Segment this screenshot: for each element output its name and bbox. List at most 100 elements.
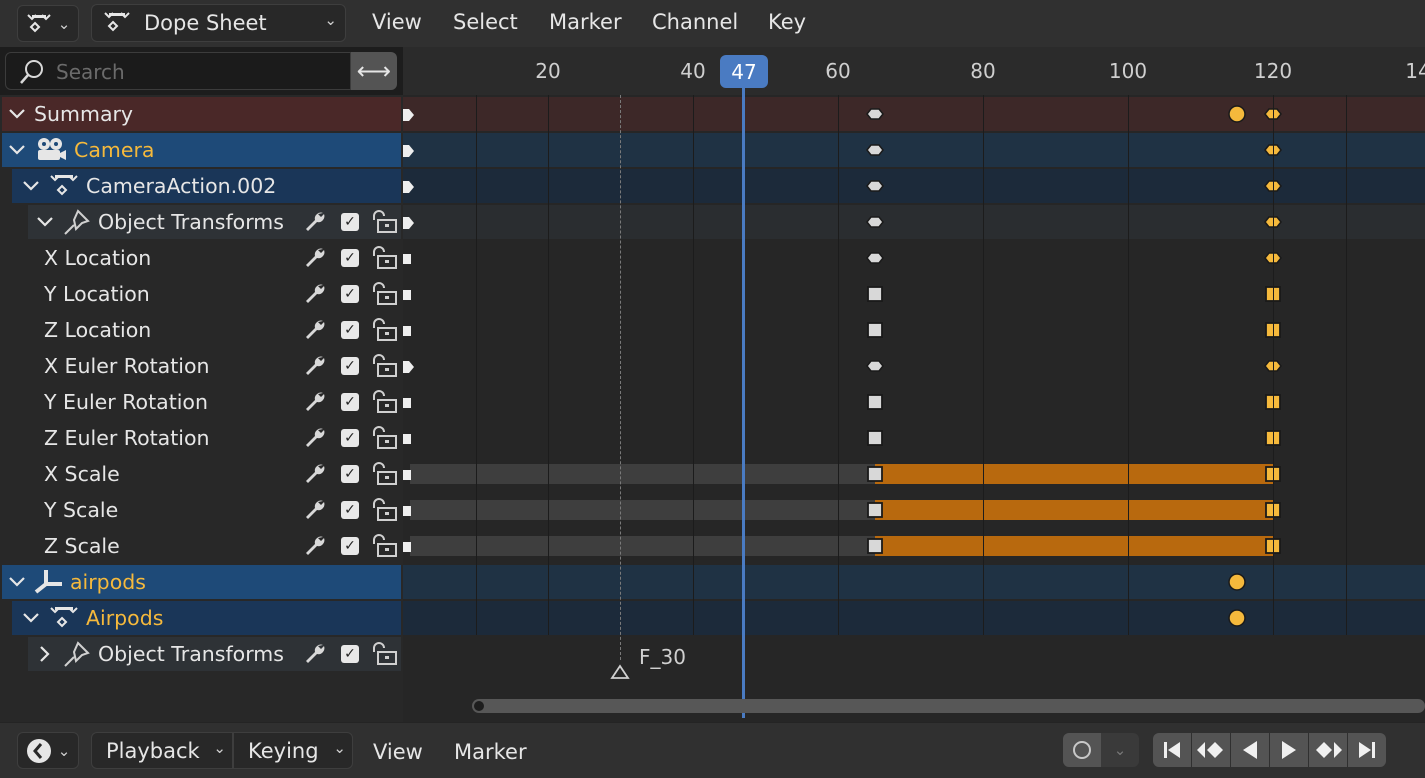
channel-row[interactable]: Camera	[2, 133, 401, 167]
frame-ruler[interactable]: 20 40 60 80 100 120 14	[403, 47, 1425, 95]
mute-checkbox[interactable]: ✓	[341, 357, 359, 375]
channel-row[interactable]: Airpods	[12, 601, 401, 635]
keyframe-diamond[interactable]	[865, 104, 885, 128]
mute-checkbox[interactable]: ✓	[341, 393, 359, 411]
channel-row[interactable]: X Scale ✓	[38, 457, 401, 491]
channel-row[interactable]: Z Location ✓	[38, 313, 401, 347]
keyframe-square[interactable]	[865, 536, 885, 560]
channel-row[interactable]: Object Transforms ✓	[28, 205, 401, 239]
modifier-wrench-icon[interactable]	[303, 282, 327, 306]
modifier-wrench-icon[interactable]	[303, 354, 327, 378]
jump-to-next-keyframe-button[interactable]	[1309, 733, 1347, 767]
modifier-wrench-icon[interactable]	[303, 318, 327, 342]
playhead-line[interactable]	[742, 88, 745, 718]
lock-icon[interactable]	[370, 426, 398, 450]
keyframe-square[interactable]	[865, 500, 885, 524]
lock-icon[interactable]	[370, 210, 398, 234]
lock-icon[interactable]	[370, 498, 398, 522]
editor-type-selector[interactable]: ⌄	[17, 5, 79, 42]
mute-checkbox[interactable]: ✓	[341, 285, 359, 303]
play-reverse-button[interactable]	[1231, 733, 1269, 767]
swap-direction-button[interactable]: ⟷	[351, 52, 397, 90]
channel-row[interactable]: X Euler Rotation ✓	[38, 349, 401, 383]
keyframe-square[interactable]	[865, 428, 885, 452]
modifier-wrench-icon[interactable]	[303, 210, 327, 234]
scrollbar-handle[interactable]	[474, 701, 484, 711]
keyframe-circle[interactable]	[1227, 104, 1247, 128]
expand-right-icon[interactable]	[34, 645, 56, 663]
modifier-wrench-icon[interactable]	[303, 498, 327, 522]
timeline-channel-row[interactable]	[403, 601, 1425, 635]
lock-icon[interactable]	[370, 462, 398, 486]
mode-selector[interactable]: Dope Sheet ⌄	[91, 4, 346, 42]
channel-search-field[interactable]: Search	[5, 52, 351, 90]
keyframe-diamond[interactable]	[865, 356, 885, 380]
menu-view[interactable]: View	[372, 10, 422, 34]
expand-down-icon[interactable]	[20, 612, 42, 624]
mute-checkbox[interactable]: ✓	[341, 465, 359, 483]
mute-checkbox[interactable]: ✓	[341, 537, 359, 555]
lock-icon[interactable]	[370, 246, 398, 270]
marker-triangle-icon[interactable]	[610, 664, 630, 680]
lock-icon[interactable]	[370, 642, 398, 666]
modifier-wrench-icon[interactable]	[303, 390, 327, 414]
expand-down-icon[interactable]	[34, 216, 56, 228]
timeline-channel-row[interactable]	[403, 565, 1425, 599]
jump-to-start-button[interactable]	[1153, 733, 1191, 767]
keyframe-diamond[interactable]	[865, 212, 885, 236]
keyframe-diamond[interactable]	[865, 140, 885, 164]
expand-down-icon[interactable]	[6, 144, 28, 156]
channel-row[interactable]: Object Transforms ✓	[28, 637, 401, 671]
keyframe-circle[interactable]	[1227, 572, 1247, 596]
mute-checkbox[interactable]: ✓	[341, 213, 359, 231]
channel-row[interactable]: CameraAction.002	[12, 169, 401, 203]
keyframe-square[interactable]	[865, 284, 885, 308]
channel-row[interactable]: Summary	[2, 97, 401, 131]
playback-dropdown[interactable]: Playback ⌄	[91, 732, 233, 769]
channel-row[interactable]: airpods	[2, 565, 401, 599]
channel-row[interactable]: Y Euler Rotation ✓	[38, 385, 401, 419]
modifier-wrench-icon[interactable]	[303, 642, 327, 666]
lock-icon[interactable]	[370, 390, 398, 414]
footer-menu-marker[interactable]: Marker	[454, 740, 527, 764]
menu-channel[interactable]: Channel	[652, 10, 738, 34]
lock-icon[interactable]	[370, 282, 398, 306]
current-frame-indicator[interactable]: 47	[720, 55, 768, 88]
footer-menu-view[interactable]: View	[373, 740, 423, 764]
keyframe-diamond[interactable]	[865, 248, 885, 272]
menu-select[interactable]: Select	[453, 10, 518, 34]
lock-icon[interactable]	[370, 318, 398, 342]
jump-to-prev-keyframe-button[interactable]	[1192, 733, 1230, 767]
keyframe-square[interactable]	[865, 464, 885, 488]
keyframe-diamond[interactable]	[865, 176, 885, 200]
mute-checkbox[interactable]: ✓	[341, 321, 359, 339]
channel-row[interactable]: Y Scale ✓	[38, 493, 401, 527]
lock-icon[interactable]	[370, 534, 398, 558]
keyframe-circle[interactable]	[1227, 608, 1247, 632]
expand-down-icon[interactable]	[6, 108, 28, 120]
channel-row[interactable]: Z Scale ✓	[38, 529, 401, 563]
lock-icon[interactable]	[370, 354, 398, 378]
keyframe-square[interactable]	[865, 392, 885, 416]
menu-key[interactable]: Key	[768, 10, 806, 34]
jump-to-end-button[interactable]	[1348, 733, 1386, 767]
keyframe-square[interactable]	[865, 320, 885, 344]
mute-checkbox[interactable]: ✓	[341, 501, 359, 519]
expand-down-icon[interactable]	[20, 180, 42, 192]
mute-checkbox[interactable]: ✓	[341, 645, 359, 663]
auto-keying-options[interactable]: ⌄	[1101, 733, 1139, 767]
auto-keying-toggle[interactable]	[1063, 733, 1101, 767]
channel-row[interactable]: X Location ✓	[38, 241, 401, 275]
mute-checkbox[interactable]: ✓	[341, 429, 359, 447]
channel-row[interactable]: Y Location ✓	[38, 277, 401, 311]
horizontal-scrollbar[interactable]	[472, 699, 1425, 713]
modifier-wrench-icon[interactable]	[303, 534, 327, 558]
mute-checkbox[interactable]: ✓	[341, 249, 359, 267]
keying-dropdown[interactable]: Keying ⌄	[233, 732, 353, 769]
modifier-wrench-icon[interactable]	[303, 462, 327, 486]
modifier-wrench-icon[interactable]	[303, 426, 327, 450]
channel-row[interactable]: Z Euler Rotation ✓	[38, 421, 401, 455]
modifier-wrench-icon[interactable]	[303, 246, 327, 270]
timeline-editor-type-selector[interactable]: ⌄	[17, 732, 79, 769]
play-button[interactable]	[1270, 733, 1308, 767]
